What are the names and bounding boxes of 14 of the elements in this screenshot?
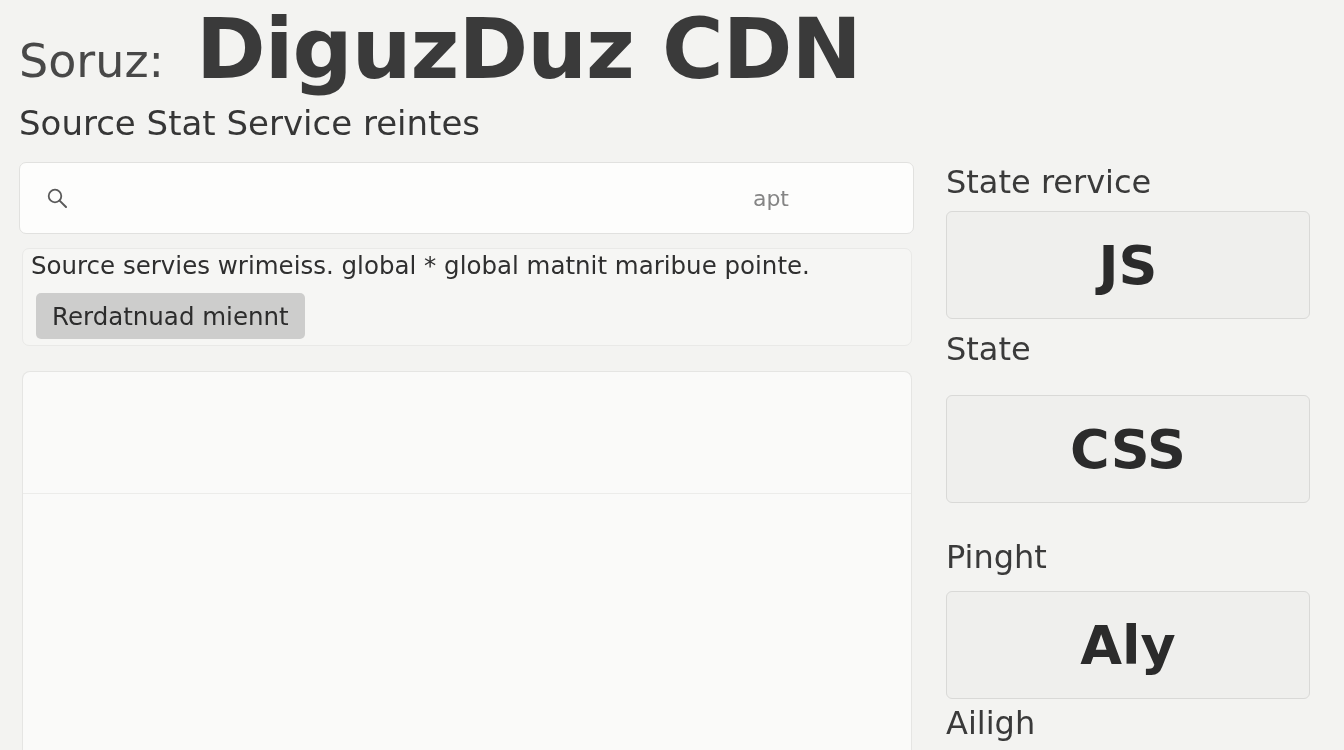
code-tile[interactable]: Aly: [946, 591, 1310, 699]
field-label: Ailigh: [946, 706, 1036, 740]
search-icon: [47, 188, 67, 208]
field-label: Pinght: [946, 540, 1047, 574]
action-button[interactable]: Rerdatnuad miennt: [36, 293, 305, 339]
section-heading: Source Stat Service reintes: [19, 103, 481, 143]
code-tile[interactable]: JS: [946, 211, 1310, 319]
field-label: State: [946, 332, 1031, 366]
notice-text: Source servies wrimeiss. global * global matnit maribue pointe.: [31, 252, 810, 280]
page-title: DiguzDuz CDN: [196, 2, 861, 96]
search-field[interactable]: apt: [19, 162, 914, 234]
field-label: State rervice: [946, 165, 1152, 199]
page-label: Soruz:: [19, 34, 165, 88]
code-tile[interactable]: CSS: [946, 395, 1310, 503]
